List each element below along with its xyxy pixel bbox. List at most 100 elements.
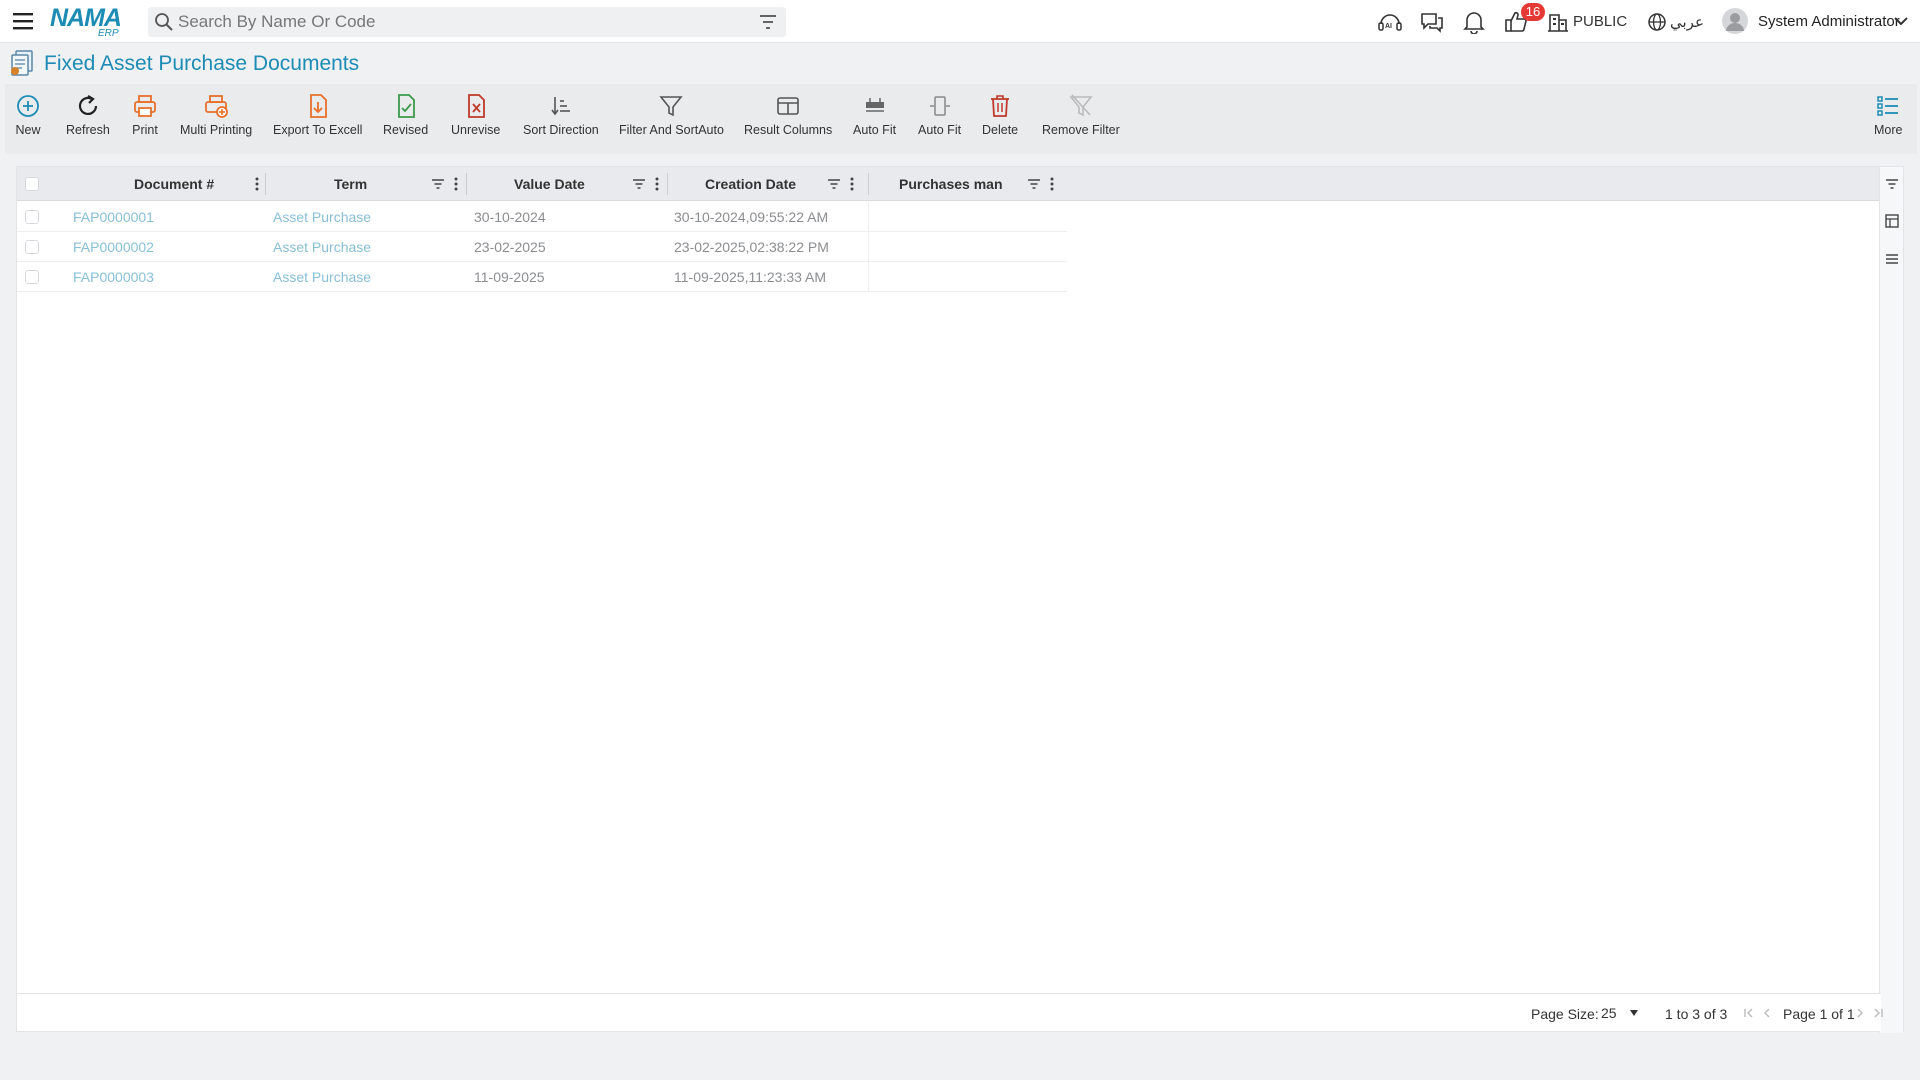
term-link[interactable]: Asset Purchase (273, 209, 371, 225)
previous-page-icon[interactable] (1761, 1006, 1773, 1020)
search-box (148, 7, 786, 37)
document-number-link[interactable]: FAP0000003 (73, 269, 154, 285)
select-all-checkbox[interactable] (25, 177, 39, 191)
sort-direction-label: Sort Direction (523, 123, 599, 137)
chat-icon[interactable] (1419, 10, 1445, 34)
column-filter-icon[interactable] (632, 176, 646, 192)
filter-sort-label: Filter And SortAuto (619, 123, 724, 137)
column-header-term[interactable]: Term (266, 167, 466, 201)
user-name[interactable]: System Administrator (1758, 13, 1900, 30)
unrevise-label: Unrevise (451, 123, 501, 137)
filters-panel-icon[interactable] (1885, 177, 1899, 191)
funnel-icon (659, 96, 684, 117)
avatar[interactable] (1721, 7, 1749, 35)
page-title: Fixed Asset Purchase Documents (44, 52, 360, 75)
remove-filter-button[interactable]: Remove Filter (1042, 92, 1120, 137)
creation-date-cell: 23-02-2025,02:38:22 PM (674, 239, 829, 255)
filter-sort-button[interactable]: Filter And SortAuto (619, 92, 724, 137)
column-menu-icon[interactable] (1045, 176, 1059, 192)
documents-icon (11, 50, 33, 76)
row-divider (868, 232, 869, 262)
row-divider (868, 262, 869, 292)
language-label[interactable]: عربي (1670, 13, 1704, 31)
result-columns-button[interactable]: Result Columns (744, 92, 832, 137)
auto-fit-label-2: Auto Fit (918, 123, 962, 137)
bell-icon[interactable] (1461, 10, 1487, 34)
list-icon (1877, 96, 1899, 116)
auto-fit-label-1: Auto Fit (853, 123, 897, 137)
column-header-document[interactable]: Document # (65, 167, 265, 201)
document-number-link[interactable]: FAP0000002 (73, 239, 154, 255)
menu-panel-icon[interactable] (1885, 252, 1899, 266)
column-header-purchases-man[interactable]: Purchases man (869, 167, 1069, 201)
columns-panel-icon[interactable] (1885, 214, 1899, 228)
column-header-label: Creation Date (705, 176, 797, 192)
column-header-label: Document # (134, 176, 215, 192)
first-page-icon[interactable] (1743, 1006, 1755, 1020)
last-page-icon[interactable] (1872, 1006, 1884, 1020)
ai-assistant-icon[interactable]: AI (1377, 10, 1403, 34)
column-menu-icon[interactable] (650, 176, 664, 192)
side-tool-panel (1879, 167, 1903, 1033)
column-header-value-date[interactable]: Value Date (467, 167, 667, 201)
new-button[interactable]: New (14, 92, 42, 137)
print-button[interactable]: Print (131, 92, 159, 137)
search-filter-icon[interactable] (758, 13, 778, 31)
plus-circle-icon (17, 95, 39, 117)
refresh-label: Refresh (66, 123, 110, 137)
revised-button[interactable]: Revised (383, 92, 428, 137)
menu-icon[interactable] (12, 11, 34, 31)
term-link[interactable]: Asset Purchase (273, 269, 371, 285)
column-menu-icon[interactable] (449, 176, 463, 192)
multi-printing-button[interactable]: Multi Printing (180, 92, 252, 137)
revised-label: Revised (383, 123, 429, 137)
search-input[interactable] (178, 12, 738, 32)
delete-button[interactable]: Delete (982, 92, 1018, 137)
column-header-creation-date[interactable]: Creation Date (668, 167, 868, 201)
column-menu-icon[interactable] (845, 176, 859, 192)
page-info-label: Page 1 of 1 (1783, 1006, 1855, 1022)
branch-label[interactable]: PUBLIC (1573, 13, 1627, 30)
sort-direction-button[interactable]: Sort Direction (523, 92, 599, 137)
creation-date-cell: 11-09-2025,11:23:33 AM (674, 269, 827, 285)
table-row[interactable]: FAP0000003 Asset Purchase 11-09-2025 11-… (17, 262, 1067, 292)
page-size-select[interactable]: 25 (1601, 1001, 1649, 1025)
column-filter-icon[interactable] (431, 176, 445, 192)
export-excel-button[interactable]: Export To Excell (273, 92, 362, 137)
branch-icon[interactable] (1547, 10, 1569, 34)
export-icon (309, 94, 327, 118)
refresh-button[interactable]: Refresh (66, 92, 110, 137)
auto-fit-columns-icon (929, 96, 950, 116)
notification-badge: 16 (1521, 3, 1545, 21)
unrevise-button[interactable]: Unrevise (451, 92, 500, 137)
grid-header: Document # Term Value Date Creation Date… (17, 167, 1881, 201)
columns-icon (777, 97, 799, 115)
auto-fit-button-1[interactable]: Auto Fit (853, 92, 896, 137)
column-menu-icon[interactable] (250, 176, 264, 192)
unrevise-doc-icon (467, 94, 485, 118)
sort-icon (551, 97, 570, 116)
new-label: New (15, 123, 41, 137)
row-checkbox[interactable] (25, 270, 39, 284)
search-icon (155, 13, 173, 31)
more-button[interactable]: More (1874, 92, 1902, 137)
document-number-link[interactable]: FAP0000001 (73, 209, 154, 225)
row-checkbox[interactable] (25, 240, 39, 254)
table-row[interactable]: FAP0000002 Asset Purchase 23-02-2025 23-… (17, 232, 1067, 262)
delete-label: Delete (982, 123, 1019, 137)
remove-filter-icon (1069, 94, 1093, 117)
nama-erp-logo[interactable]: NAMA ERP (48, 4, 132, 39)
term-link[interactable]: Asset Purchase (273, 239, 371, 255)
chevron-down-icon[interactable] (1893, 15, 1909, 27)
toolbar: New Refresh Print Multi Printing Export … (5, 84, 1917, 154)
revised-doc-icon (397, 94, 415, 118)
row-checkbox[interactable] (25, 210, 39, 224)
column-filter-icon[interactable] (1027, 176, 1041, 192)
table-row[interactable]: FAP0000001 Asset Purchase 30-10-2024 30-… (17, 202, 1067, 232)
column-filter-icon[interactable] (827, 176, 841, 192)
globe-icon[interactable] (1646, 10, 1668, 34)
row-range-label: 1 to 3 of 3 (1665, 1006, 1728, 1022)
next-page-icon[interactable] (1854, 1006, 1866, 1020)
auto-fit-button-2[interactable]: Auto Fit (918, 92, 961, 137)
column-header-label: Term (334, 176, 368, 192)
